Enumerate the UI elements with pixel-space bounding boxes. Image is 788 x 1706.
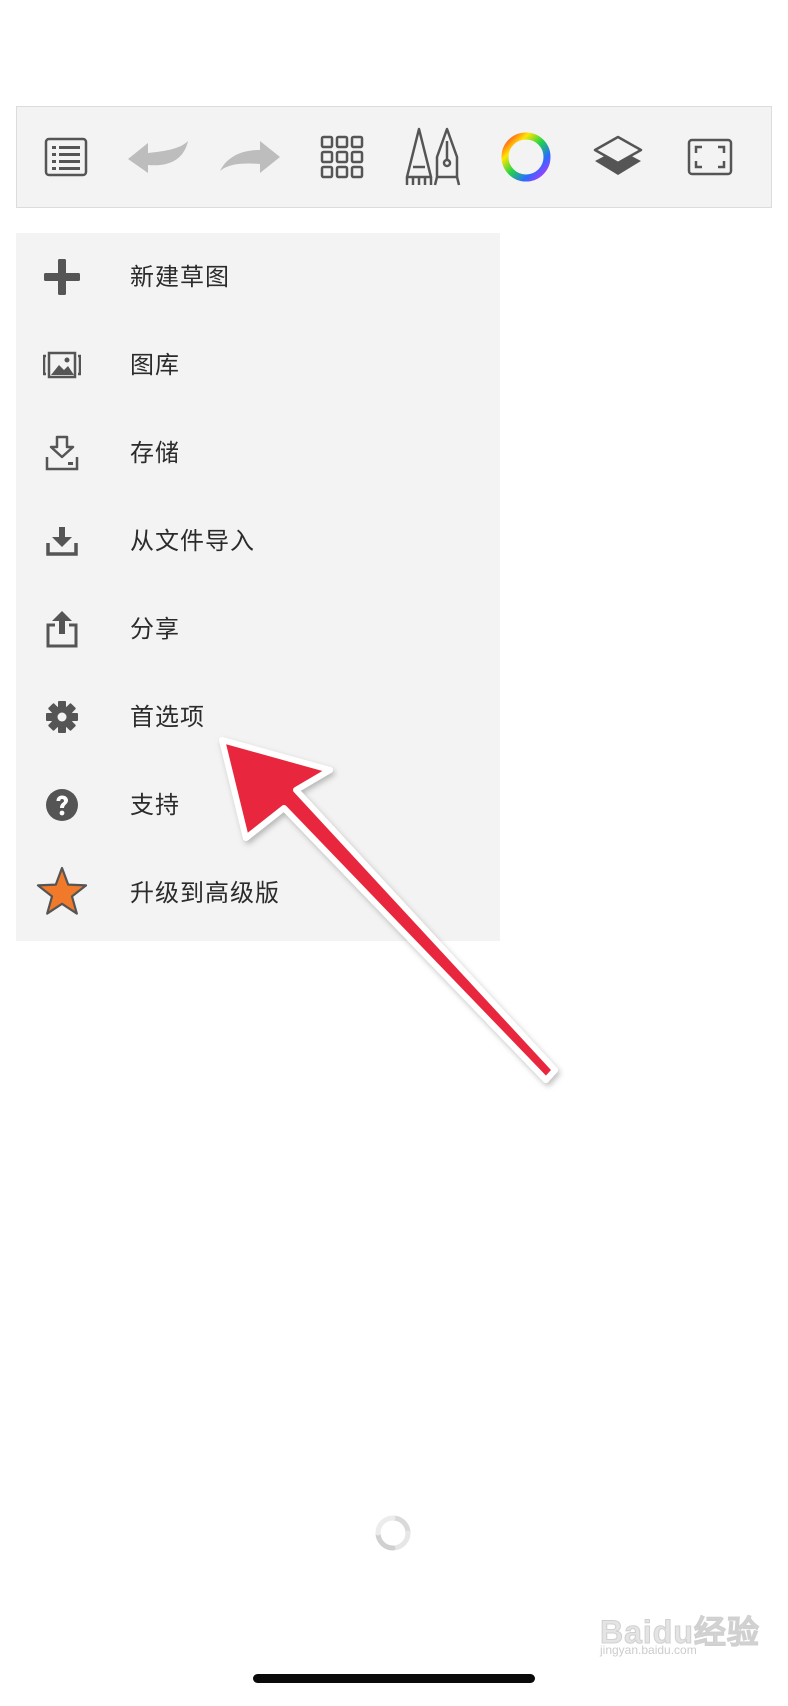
menu-item-label: 升级到高级版 bbox=[130, 879, 280, 907]
menu-item-gallery[interactable]: 图库 bbox=[16, 321, 500, 409]
menu-item-label: 图库 bbox=[130, 351, 180, 379]
color-button[interactable] bbox=[480, 107, 572, 207]
undo-icon bbox=[128, 141, 188, 173]
menu-item-import[interactable]: 从文件导入 bbox=[16, 497, 500, 585]
watermark: Baidu经验 jingyan.baidu.com bbox=[600, 1595, 760, 1658]
fullscreen-icon bbox=[687, 138, 733, 176]
watermark-url: jingyan.baidu.com bbox=[600, 1643, 697, 1657]
grid-icon bbox=[320, 135, 364, 179]
menu-item-label: 支持 bbox=[130, 791, 180, 819]
gear-icon bbox=[38, 693, 86, 741]
menu-item-label: 首选项 bbox=[130, 703, 205, 731]
undo-button[interactable] bbox=[112, 107, 204, 207]
plus-icon bbox=[38, 253, 86, 301]
menu-item-preferences[interactable]: 首选项 bbox=[16, 673, 500, 761]
import-icon bbox=[38, 517, 86, 565]
help-icon bbox=[38, 781, 86, 829]
home-indicator[interactable] bbox=[253, 1674, 535, 1683]
color-wheel-icon bbox=[501, 132, 551, 182]
save-icon bbox=[38, 429, 86, 477]
menu-item-label: 分享 bbox=[130, 615, 180, 643]
main-menu: 新建草图 图库 存储 从文件导入 分享 首选项 支持 升级到高级版 bbox=[16, 233, 500, 941]
menu-item-label: 存储 bbox=[130, 439, 180, 467]
list-icon bbox=[44, 137, 88, 177]
menu-item-save[interactable]: 存储 bbox=[16, 409, 500, 497]
redo-button[interactable] bbox=[204, 107, 296, 207]
menu-item-label: 新建草图 bbox=[130, 263, 230, 291]
layers-icon bbox=[593, 135, 643, 175]
loading-spinner-icon bbox=[375, 1515, 411, 1551]
brushes-button[interactable] bbox=[388, 107, 480, 207]
layers-button[interactable] bbox=[572, 107, 664, 207]
fullscreen-button[interactable] bbox=[664, 107, 756, 207]
star-icon bbox=[36, 865, 88, 917]
menu-item-new-sketch[interactable]: 新建草图 bbox=[16, 233, 500, 321]
menu-item-support[interactable]: 支持 bbox=[16, 761, 500, 849]
list-button[interactable] bbox=[20, 107, 112, 207]
redo-icon bbox=[220, 141, 280, 173]
brushes-icon bbox=[405, 127, 461, 186]
menu-item-share[interactable]: 分享 bbox=[16, 585, 500, 673]
grid-button[interactable] bbox=[296, 107, 388, 207]
top-toolbar bbox=[16, 106, 772, 208]
gallery-icon bbox=[38, 341, 86, 389]
menu-item-label: 从文件导入 bbox=[130, 527, 255, 555]
menu-item-upgrade[interactable]: 升级到高级版 bbox=[16, 849, 500, 937]
share-icon bbox=[38, 605, 86, 653]
